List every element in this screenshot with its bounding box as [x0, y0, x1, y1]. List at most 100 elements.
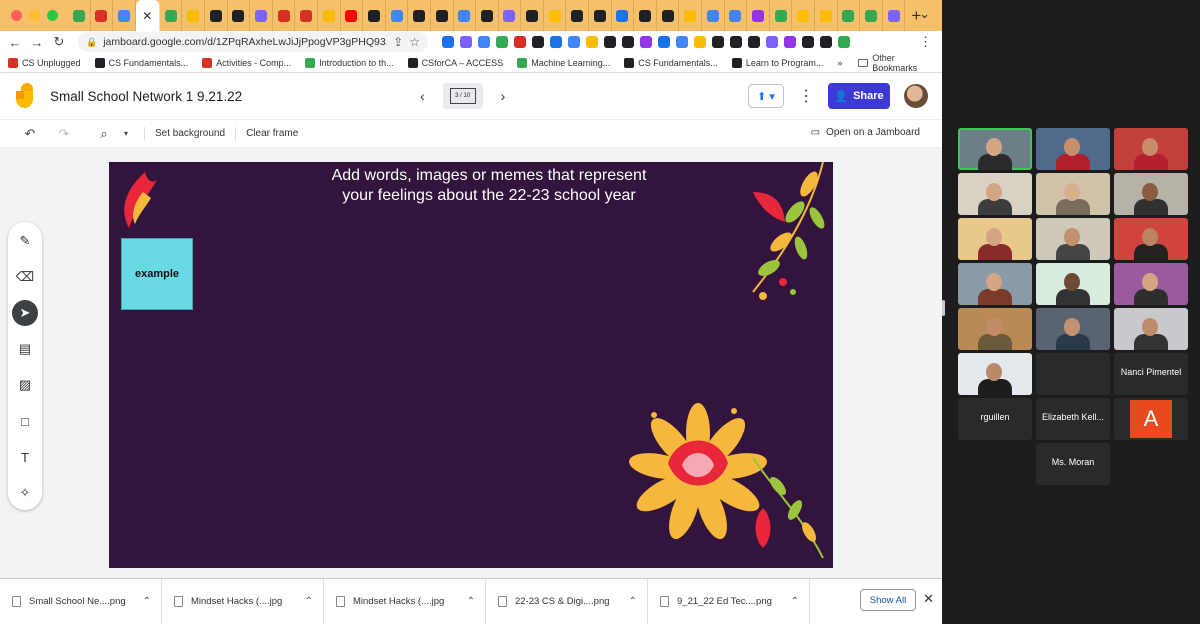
- browser-tab[interactable]: [566, 0, 590, 31]
- browser-tab[interactable]: [476, 0, 499, 31]
- reload-icon[interactable]: ↻: [48, 34, 70, 50]
- browser-tab[interactable]: [838, 0, 861, 31]
- pen-tool-icon[interactable]: ✎: [11, 228, 39, 254]
- download-item[interactable]: Mindset Hacks (....jpg ⌃: [324, 578, 486, 624]
- jamboard-logo-icon[interactable]: [16, 83, 36, 109]
- participant-video-tile[interactable]: [1036, 128, 1110, 170]
- browser-tab[interactable]: [747, 0, 770, 31]
- extension-icon[interactable]: [730, 36, 742, 48]
- redo-icon[interactable]: ↷: [56, 126, 72, 142]
- frame-prompt-text[interactable]: Add words, images or memes that represen…: [319, 166, 659, 206]
- browser-tab[interactable]: [408, 0, 431, 31]
- bookmark-item[interactable]: Introduction to th...: [305, 57, 394, 68]
- previous-frame-icon[interactable]: ‹: [420, 88, 425, 104]
- minimize-window-button[interactable]: [29, 10, 40, 21]
- bookmark-item[interactable]: CS Fundamentals...: [624, 57, 718, 68]
- browser-tab[interactable]: [679, 0, 703, 31]
- extension-icon[interactable]: [712, 36, 724, 48]
- download-options-chevron-icon[interactable]: ⌃: [467, 596, 475, 607]
- participant-video-tile[interactable]: [1114, 128, 1188, 170]
- extension-icon[interactable]: [604, 36, 616, 48]
- bookmark-item[interactable]: CS Fundamentals...: [94, 57, 188, 68]
- browser-tab[interactable]: [815, 0, 838, 31]
- zoom-dropdown-icon[interactable]: ▾: [118, 129, 134, 138]
- browser-tab[interactable]: [250, 0, 273, 31]
- browser-menu-icon[interactable]: ⋮: [919, 34, 932, 50]
- participant-video-tile[interactable]: [1114, 218, 1188, 260]
- sticky-note[interactable]: example: [121, 238, 193, 310]
- browser-tab[interactable]: [521, 0, 544, 31]
- download-options-chevron-icon[interactable]: ⌃: [305, 596, 313, 607]
- text-box-tool-icon[interactable]: T: [11, 444, 39, 470]
- address-bar[interactable]: 🔒 jamboard.google.com/d/1ZPqRAxheLwJiJjP…: [78, 32, 428, 52]
- extension-icon[interactable]: [496, 36, 508, 48]
- participant-tile-empty[interactable]: [1036, 353, 1110, 395]
- set-background-button[interactable]: Set background: [155, 128, 225, 139]
- browser-tab[interactable]: [792, 0, 815, 31]
- jam-frame[interactable]: Add words, images or memes that represen…: [109, 162, 833, 568]
- extension-icon[interactable]: [694, 36, 706, 48]
- download-options-chevron-icon[interactable]: ⌃: [791, 596, 799, 607]
- back-icon[interactable]: ←: [4, 35, 26, 50]
- bookmark-star-icon[interactable]: ☆: [409, 35, 420, 49]
- browser-tab[interactable]: [182, 0, 205, 31]
- other-bookmarks-link[interactable]: Other Bookmarks: [872, 53, 934, 73]
- close-tab-icon[interactable]: ✕: [142, 9, 152, 23]
- browser-tab[interactable]: [860, 0, 883, 31]
- participant-video-tile[interactable]: [1036, 173, 1110, 215]
- select-tool-icon[interactable]: ➤: [12, 300, 38, 326]
- download-item[interactable]: 22-23 CS & Digi....png ⌃: [486, 578, 648, 624]
- browser-tab[interactable]: [341, 0, 364, 31]
- laser-tool-icon[interactable]: ✧: [11, 480, 39, 506]
- participant-name-tile[interactable]: Elizabeth Kell...: [1036, 398, 1110, 440]
- browser-tab[interactable]: [113, 0, 136, 31]
- participant-video-tile[interactable]: [958, 308, 1032, 350]
- participant-name-tile[interactable]: rguillen: [958, 398, 1032, 440]
- extension-icon[interactable]: [748, 36, 760, 48]
- share-page-icon[interactable]: ⇪: [393, 35, 403, 49]
- next-frame-icon[interactable]: ›: [501, 88, 506, 104]
- close-downloads-icon[interactable]: ✕: [923, 591, 934, 607]
- extension-icon[interactable]: [802, 36, 814, 48]
- browser-tab[interactable]: [363, 0, 386, 31]
- frame-bar-button[interactable]: 3 / 10: [442, 83, 483, 109]
- browser-tab[interactable]: [205, 0, 228, 31]
- browser-tab[interactable]: [702, 0, 725, 31]
- extension-icon[interactable]: [658, 36, 670, 48]
- extension-icon[interactable]: [622, 36, 634, 48]
- participant-video-tile[interactable]: [1036, 263, 1110, 305]
- maximize-window-button[interactable]: [47, 10, 58, 21]
- participant-video-tile[interactable]: [958, 218, 1032, 260]
- browser-tab[interactable]: [431, 0, 454, 31]
- extension-icon[interactable]: [460, 36, 472, 48]
- extension-icon[interactable]: [676, 36, 688, 48]
- extension-icon[interactable]: [820, 36, 832, 48]
- participant-name-tile[interactable]: Nanci Pimentel: [1114, 353, 1188, 395]
- participant-video-tile[interactable]: [1114, 263, 1188, 305]
- share-button[interactable]: 👤 Share: [828, 83, 890, 109]
- extension-icon[interactable]: [784, 36, 796, 48]
- browser-tab[interactable]: [454, 0, 477, 31]
- browser-tab[interactable]: [612, 0, 635, 31]
- more-options-icon[interactable]: ⋮: [798, 86, 814, 106]
- extension-icon[interactable]: [838, 36, 850, 48]
- extension-icon[interactable]: [640, 36, 652, 48]
- image-tool-icon[interactable]: ▨: [11, 372, 39, 398]
- bookmark-item[interactable]: Learn to Program...: [731, 57, 823, 68]
- participant-video-tile[interactable]: [1036, 218, 1110, 260]
- extension-icon[interactable]: [550, 36, 562, 48]
- browser-tab[interactable]: [91, 0, 114, 31]
- undo-icon[interactable]: ↶: [22, 126, 38, 142]
- download-item[interactable]: Small School Ne....png ⌃: [0, 578, 162, 624]
- browser-tab[interactable]: [657, 0, 680, 31]
- browser-tab[interactable]: [634, 0, 657, 31]
- participant-video-tile[interactable]: [1114, 173, 1188, 215]
- eraser-tool-icon[interactable]: ⌫: [11, 264, 39, 290]
- bookmarks-more-button[interactable]: »: [837, 58, 842, 68]
- browser-tab[interactable]: [228, 0, 251, 31]
- extension-icon[interactable]: [442, 36, 454, 48]
- account-avatar[interactable]: [904, 84, 928, 108]
- bookmark-item[interactable]: CSforCA – ACCESS: [407, 57, 503, 68]
- download-options-chevron-icon[interactable]: ⌃: [143, 596, 151, 607]
- zoom-icon[interactable]: ⌕: [96, 126, 112, 142]
